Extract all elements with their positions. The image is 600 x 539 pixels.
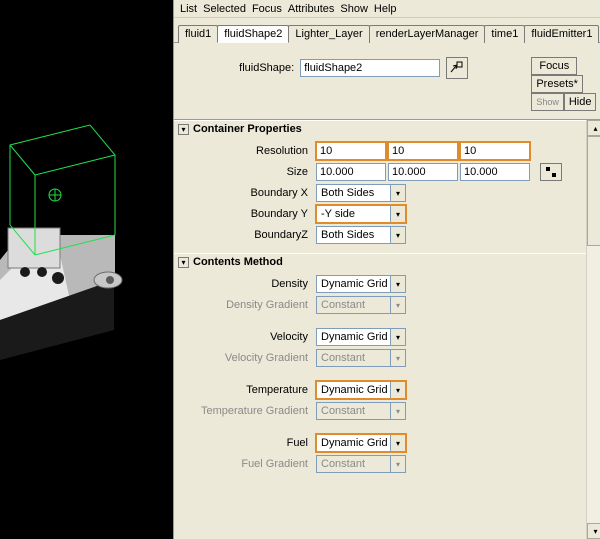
resolution-x[interactable] xyxy=(316,142,386,160)
menu-list[interactable]: List xyxy=(180,3,197,15)
chevron-down-icon: ▾ xyxy=(390,382,405,398)
boundaryy-label: Boundary Y xyxy=(178,208,314,220)
temperature-dropdown[interactable]: Dynamic Grid▾ xyxy=(316,381,406,399)
fuel-gradient-dropdown: Constant▾ xyxy=(316,455,406,473)
chevron-down-icon: ▾ xyxy=(390,329,405,345)
temperature-gradient-label: Temperature Gradient xyxy=(178,405,314,417)
resolution-y[interactable] xyxy=(388,142,458,160)
scroll-up-button[interactable]: ▴ xyxy=(587,120,600,136)
velocity-gradient-dropdown: Constant▾ xyxy=(316,349,406,367)
focus-button[interactable]: Focus xyxy=(531,57,577,75)
fuel-label: Fuel xyxy=(178,437,314,449)
header: fluidShape: Focus Presets* Show Hide xyxy=(174,43,600,120)
fluidshape-label: fluidShape: xyxy=(239,62,294,74)
size-swatch-button[interactable] xyxy=(540,163,562,181)
chevron-down-icon: ▾ xyxy=(390,227,405,243)
show-button[interactable]: Show xyxy=(531,93,564,111)
tab-lighter-layer[interactable]: Lighter_Layer xyxy=(288,25,369,43)
select-node-button[interactable] xyxy=(446,57,468,79)
resolution-label: Resolution xyxy=(178,145,314,157)
size-label: Size xyxy=(178,166,314,178)
tab-renderlayermanager[interactable]: renderLayerManager xyxy=(369,25,486,43)
swatch-icon xyxy=(545,166,557,178)
scroll-down-button[interactable]: ▾ xyxy=(587,523,600,539)
section-container-title: Container Properties xyxy=(193,123,302,135)
tab-fluidemitter1[interactable]: fluidEmitter1 xyxy=(524,25,599,43)
scrollbar-vertical[interactable]: ▴ ▾ xyxy=(586,120,600,539)
menu-selected[interactable]: Selected xyxy=(203,3,246,15)
resolution-z[interactable] xyxy=(460,142,530,160)
section-contents-title: Contents Method xyxy=(193,256,283,268)
disclose-icon: ▾ xyxy=(178,124,189,135)
disclose-icon: ▾ xyxy=(178,257,189,268)
menu-attributes[interactable]: Attributes xyxy=(288,3,334,15)
tab-fluidshape2[interactable]: fluidShape2 xyxy=(217,25,289,43)
presets-button[interactable]: Presets* xyxy=(531,75,583,93)
hide-button[interactable]: Hide xyxy=(564,93,597,111)
select-node-icon xyxy=(450,61,464,75)
chevron-down-icon: ▾ xyxy=(390,297,405,313)
tab-time1[interactable]: time1 xyxy=(484,25,525,43)
density-dropdown[interactable]: Dynamic Grid▾ xyxy=(316,275,406,293)
chevron-down-icon: ▾ xyxy=(390,456,405,472)
chevron-down-icon: ▾ xyxy=(390,350,405,366)
section-contents-body: Density Dynamic Grid▾ Density Gradient C… xyxy=(174,270,586,482)
viewport-3d[interactable] xyxy=(0,0,174,539)
boundaryx-dropdown[interactable]: Both Sides▾ xyxy=(316,184,406,202)
fuel-dropdown[interactable]: Dynamic Grid▾ xyxy=(316,434,406,452)
temperature-label: Temperature xyxy=(178,384,314,396)
density-gradient-dropdown: Constant▾ xyxy=(316,296,406,314)
menu-focus[interactable]: Focus xyxy=(252,3,282,15)
tab-fluid1[interactable]: fluid1 xyxy=(178,25,218,43)
tab-row: fluid1 fluidShape2 Lighter_Layer renderL… xyxy=(174,18,600,43)
size-y[interactable] xyxy=(388,163,458,181)
boundaryy-dropdown[interactable]: -Y side▾ xyxy=(316,205,406,223)
scroll-body: ▾ Container Properties Resolution Size xyxy=(174,120,600,539)
velocity-gradient-label: Velocity Gradient xyxy=(178,352,314,364)
density-label: Density xyxy=(178,278,314,290)
section-container-header[interactable]: ▾ Container Properties xyxy=(174,120,586,137)
density-gradient-label: Density Gradient xyxy=(178,299,314,311)
boundaryx-label: Boundary X xyxy=(178,187,314,199)
boundaryz-label: BoundaryZ xyxy=(178,229,314,241)
chevron-down-icon: ▾ xyxy=(390,403,405,419)
size-z[interactable] xyxy=(460,163,530,181)
section-container-body: Resolution Size xyxy=(174,137,586,253)
chevron-down-icon: ▾ xyxy=(390,276,405,292)
menubar: List Selected Focus Attributes Show Help xyxy=(174,0,600,18)
fluidshape-input[interactable] xyxy=(300,59,440,77)
size-x[interactable] xyxy=(316,163,386,181)
chevron-down-icon: ▾ xyxy=(390,185,405,201)
chevron-down-icon: ▾ xyxy=(390,206,405,222)
boundaryz-dropdown[interactable]: Both Sides▾ xyxy=(316,226,406,244)
scroll-thumb[interactable] xyxy=(587,136,600,246)
attribute-editor: List Selected Focus Attributes Show Help… xyxy=(174,0,600,539)
temperature-gradient-dropdown: Constant▾ xyxy=(316,402,406,420)
fuel-gradient-label: Fuel Gradient xyxy=(178,458,314,470)
velocity-dropdown[interactable]: Dynamic Grid▾ xyxy=(316,328,406,346)
menu-show[interactable]: Show xyxy=(340,3,368,15)
chevron-down-icon: ▾ xyxy=(390,435,405,451)
section-contents-header[interactable]: ▾ Contents Method xyxy=(174,253,586,270)
menu-help[interactable]: Help xyxy=(374,3,397,15)
velocity-label: Velocity xyxy=(178,331,314,343)
